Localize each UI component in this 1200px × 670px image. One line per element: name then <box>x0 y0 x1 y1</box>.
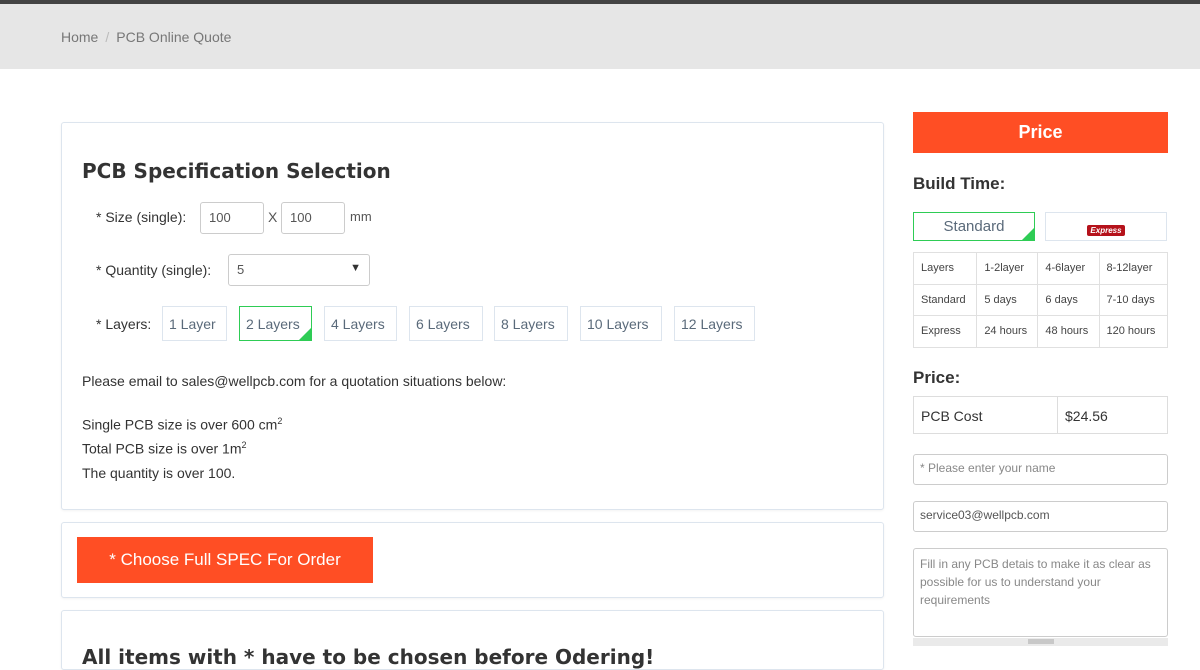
price-header: Price <box>913 112 1168 153</box>
chevron-down-icon: ▼ <box>350 262 361 274</box>
horizontal-scrollbar[interactable] <box>913 638 1168 646</box>
layer-option-10[interactable]: 10 Layers <box>580 306 662 341</box>
size-label: * Size (single): <box>96 209 187 225</box>
standard-option[interactable]: Standard <box>913 212 1035 241</box>
email-input[interactable]: service03@wellpcb.com <box>913 501 1168 532</box>
express-badge: Express <box>1087 225 1125 236</box>
breadcrumb: Home / PCB Online Quote <box>61 29 231 45</box>
check-icon <box>1022 228 1034 240</box>
choose-full-spec-button[interactable]: * Choose Full SPEC For Order <box>77 537 373 583</box>
size-x: X <box>268 209 278 225</box>
breadcrumb-current: PCB Online Quote <box>116 29 232 45</box>
notice-text: All items with * have to be chosen befor… <box>82 645 655 669</box>
size-height-input[interactable]: 100 <box>281 202 345 234</box>
layer-option-12[interactable]: 12 Layers <box>674 306 755 341</box>
quantity-select[interactable]: 5 ▼ <box>228 254 370 286</box>
condition-total: Total PCB size is over 1m2 <box>82 440 247 457</box>
breadcrumb-separator: / <box>105 29 110 45</box>
express-option[interactable]: Express <box>1045 212 1167 241</box>
spec-title: PCB Specification Selection <box>82 159 391 183</box>
notice-card: All items with * have to be chosen befor… <box>61 610 884 670</box>
check-icon <box>299 328 311 340</box>
layer-option-6[interactable]: 6 Layers <box>409 306 483 341</box>
layer-option-8[interactable]: 8 Layers <box>494 306 568 341</box>
layers-label: * Layers: <box>96 316 152 332</box>
pcb-cost-label: PCB Cost <box>921 408 983 424</box>
name-input[interactable]: * Please enter your name <box>913 454 1168 485</box>
header-bar: Home / PCB Online Quote <box>0 0 1200 69</box>
condition-quantity: The quantity is over 100. <box>82 465 236 481</box>
layer-option-1[interactable]: 1 Layer <box>162 306 227 341</box>
layer-option-4[interactable]: 4 Layers <box>324 306 397 341</box>
details-textarea[interactable]: Fill in any PCB detais to make it as cle… <box>913 548 1168 637</box>
quantity-label: * Quantity (single): <box>96 262 212 278</box>
quantity-value: 5 <box>237 262 245 277</box>
breadcrumb-home[interactable]: Home <box>61 29 98 45</box>
size-width-input[interactable]: 100 <box>200 202 264 234</box>
condition-size: Single PCB size is over 600 cm2 <box>82 416 283 433</box>
pcb-cost-value: $24.56 <box>1065 408 1108 424</box>
email-note: Please email to sales@wellpcb.com for a … <box>82 373 507 389</box>
price-label: Price: <box>913 368 961 387</box>
table-row: Layers 1-2layer 4-6layer 8-12layer <box>912 252 1168 285</box>
size-unit: mm <box>350 209 372 224</box>
layer-option-2[interactable]: 2 Layers <box>239 306 312 341</box>
build-time-table: Layers 1-2layer 4-6layer 8-12layer Standard… <box>912 252 1168 348</box>
table-row: Express 24 hours 48 hours 120 hours <box>912 315 1168 348</box>
pcb-cost-row: PCB Cost $24.56 <box>913 396 1168 434</box>
build-time-label: Build Time: <box>913 174 1006 193</box>
table-row: Standard 5 days 6 days 7-10 days <box>912 283 1168 316</box>
